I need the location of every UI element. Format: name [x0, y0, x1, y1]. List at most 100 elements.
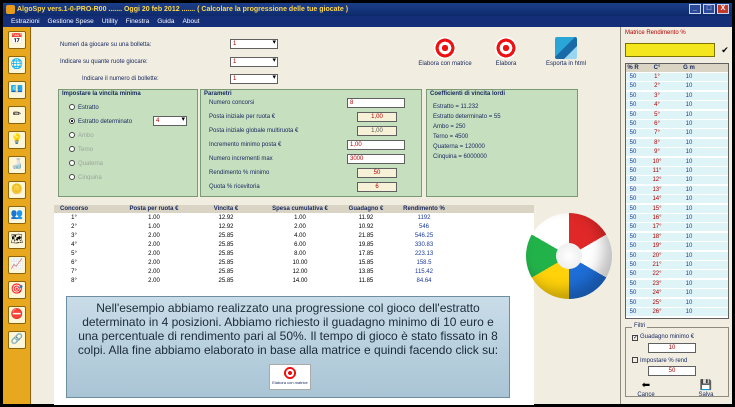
grid-row[interactable]: 50 5° 10: [626, 110, 728, 119]
vincita-panel: Impostare la vincita minima Estratto Est…: [58, 89, 198, 197]
bollette-select[interactable]: 1: [230, 74, 278, 84]
menu-gestione-spese[interactable]: Gestione Spese: [48, 16, 94, 27]
stop-icon[interactable]: ⛔: [8, 306, 26, 324]
grid-cell: 10: [685, 102, 693, 109]
grid-row[interactable]: 50 14° 10: [626, 195, 728, 204]
table-cell: 2.00: [148, 260, 160, 266]
table-row[interactable]: 1° 1.00 12.92 1.00 11.92 1192: [54, 214, 534, 222]
grid-row[interactable]: 50 22° 10: [626, 270, 728, 279]
incrementi-max-select[interactable]: 3000: [347, 154, 405, 164]
table-cell: 17.85: [358, 251, 374, 257]
grid-cell: 10: [685, 168, 693, 174]
position-select[interactable]: 4: [153, 116, 187, 126]
grid-row[interactable]: 50 6° 10: [626, 120, 728, 128]
table-row[interactable]: 8° 2.00 25.85 14.00 11.85 84.64: [54, 277, 534, 285]
grid-cell: 50: [629, 83, 637, 90]
grid-row[interactable]: 50 1° 10: [626, 73, 728, 81]
radio-ambo[interactable]: Ambo: [69, 132, 94, 139]
coins-icon[interactable]: 🪙: [8, 181, 26, 199]
table-row[interactable]: 5° 2.00 25.85 8.00 17.85 223.13: [54, 250, 534, 258]
cancel-button[interactable]: ⬅ Cance: [634, 380, 658, 398]
calendar-icon[interactable]: 📅: [8, 31, 26, 49]
table-row[interactable]: 3° 2.00 25.85 4.00 21.85 546.25: [54, 232, 534, 240]
chain-icon[interactable]: 🔗: [8, 331, 26, 349]
target-icon[interactable]: 🎯: [8, 281, 26, 299]
posta-iniziale-field[interactable]: 1,00: [357, 112, 397, 122]
radio-estratto-determinato[interactable]: Estratto determinato: [69, 118, 132, 125]
coef-item: Quaterna = 120000: [433, 144, 485, 150]
globe-icon[interactable]: 🌐: [8, 56, 26, 74]
money-icon[interactable]: 💶: [8, 81, 26, 99]
grid-row[interactable]: 50 19° 10: [626, 242, 728, 251]
grid-row[interactable]: 50 8° 10: [626, 138, 728, 147]
grid-row[interactable]: 50 25° 10: [626, 298, 728, 307]
people-icon[interactable]: 👥: [8, 206, 26, 224]
grid-cell: 25°: [652, 299, 662, 306]
grid-row[interactable]: 50 3° 10: [626, 91, 728, 100]
menu-finestra[interactable]: Finestra: [126, 16, 149, 27]
check-icon[interactable]: ✔: [719, 43, 731, 57]
quota-field[interactable]: 6: [357, 182, 397, 192]
guadagno-field[interactable]: 10: [648, 343, 696, 353]
table-row[interactable]: 7° 2.00 25.85 12.00 13.85 115.42: [54, 268, 534, 276]
table-row[interactable]: 2° 1.00 12.92 2.00 10.92 546: [54, 223, 534, 231]
menu-estrazioni[interactable]: Estrazioni: [11, 16, 40, 27]
menu-guida[interactable]: Guida: [157, 16, 174, 27]
grid-row[interactable]: 50 24° 10: [626, 289, 728, 298]
grid-row[interactable]: 50 2° 10: [626, 82, 728, 91]
save-button[interactable]: 💾 Salva: [694, 380, 718, 398]
grid-row[interactable]: 50 12° 10: [626, 176, 728, 185]
grid-row[interactable]: 50 15° 10: [626, 204, 728, 213]
grid-cell: 50: [629, 309, 637, 315]
table-row[interactable]: 6° 2.00 25.85 10.00 15.85 158.5: [54, 259, 534, 267]
rend-field[interactable]: 50: [648, 366, 696, 376]
minimize-button[interactable]: _: [689, 4, 701, 14]
radio-estratto[interactable]: Estratto: [69, 104, 99, 111]
grid-row[interactable]: 50 7° 10: [626, 129, 728, 138]
numeri-select[interactable]: 1: [230, 39, 278, 49]
grid-row[interactable]: 50 10° 10: [626, 157, 728, 166]
table-row[interactable]: 4° 2.00 25.85 6.00 19.85 330.83: [54, 241, 534, 249]
grid-row[interactable]: 50 16° 10: [626, 214, 728, 222]
bottle-icon[interactable]: 🍶: [8, 156, 26, 174]
rend-checkbox[interactable]: Impostare % rend: [632, 357, 687, 364]
grid-row[interactable]: 50 4° 10: [626, 101, 728, 110]
grid-row[interactable]: 50 21° 10: [626, 261, 728, 269]
radio-terno[interactable]: Terno: [69, 146, 93, 153]
grid-row[interactable]: 50 23° 10: [626, 279, 728, 288]
map-icon[interactable]: 🗺: [8, 231, 26, 249]
ruote-select[interactable]: 1: [230, 57, 278, 67]
elabora-button[interactable]: Elabora: [486, 37, 526, 67]
close-button[interactable]: X: [717, 4, 729, 14]
guadagno-checkbox[interactable]: ✓ Guadagno minimo €: [632, 334, 694, 341]
incremento-select[interactable]: 1,00: [347, 140, 405, 150]
grid-cell: 50: [629, 205, 637, 212]
posta-globale-field[interactable]: 1,00: [357, 126, 397, 136]
grid-row[interactable]: 50 11° 10: [626, 167, 728, 175]
coef-item: Estratto = 11.232: [433, 104, 479, 110]
maximize-button[interactable]: □: [703, 4, 715, 14]
grid-row[interactable]: 50 13° 10: [626, 185, 728, 194]
save-icon: 💾: [699, 380, 713, 391]
bulb-icon[interactable]: 💡: [8, 131, 26, 149]
table-cell: 6.00: [294, 242, 306, 248]
grid-cell: 50: [629, 186, 637, 193]
grid-row[interactable]: 50 18° 10: [626, 232, 728, 241]
menu-about[interactable]: About: [183, 16, 200, 27]
matrice-grid: % R C° G m 50 1° 10 50 2° 10 50 3° 10 50 4° 10 50 5° 1…: [625, 63, 729, 319]
grid-row[interactable]: 50 17° 10: [626, 223, 728, 232]
pencil-icon[interactable]: ✏: [8, 106, 26, 124]
rendimento-field[interactable]: 50: [357, 168, 397, 178]
radio-quaterna[interactable]: Quaterna: [69, 160, 103, 167]
radio-cinquina[interactable]: Cinquina: [69, 174, 102, 181]
matrice-input[interactable]: [625, 43, 715, 57]
grid-row[interactable]: 50 9° 10: [626, 148, 728, 157]
grid-row[interactable]: 50 20° 10: [626, 251, 728, 260]
esporta-button[interactable]: Esporta in html: [536, 37, 596, 67]
grid-row[interactable]: 50 26° 10: [626, 308, 728, 316]
table-cell: 14.00: [292, 278, 308, 284]
concorsi-select[interactable]: 8: [347, 98, 405, 108]
elabora-matrice-button[interactable]: Elabora con matrice: [410, 37, 480, 67]
menu-utility[interactable]: Utility: [102, 16, 118, 27]
chart-icon[interactable]: 📈: [8, 256, 26, 274]
